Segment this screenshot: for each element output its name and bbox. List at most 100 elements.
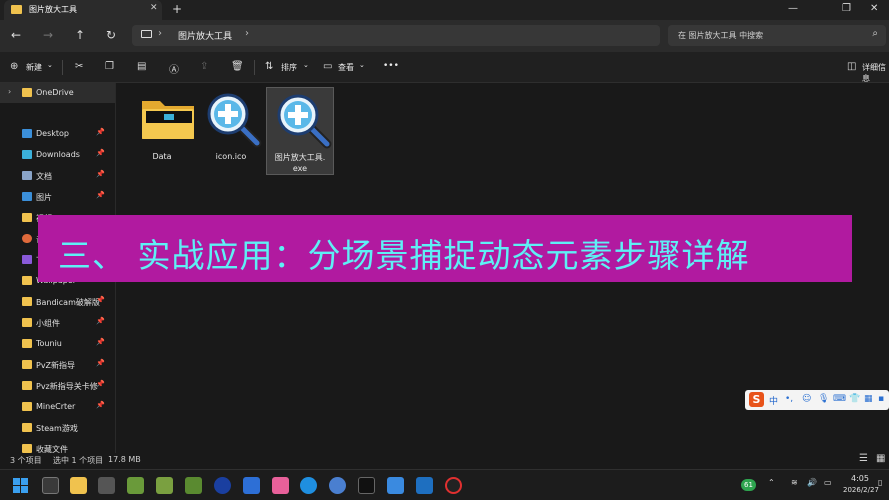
bird-app-icon[interactable]	[387, 477, 404, 494]
chevron-up-icon[interactable]: ⌃	[768, 478, 775, 487]
chevron-down-icon[interactable]: ⌄	[359, 61, 365, 69]
details-pane-icon[interactable]: ◫	[847, 61, 856, 72]
notification-badge[interactable]: 61	[741, 479, 756, 491]
sidebar-item-favorites[interactable]: 收藏文件	[0, 439, 115, 453]
outlook-icon[interactable]	[416, 477, 433, 494]
folder-icon	[22, 318, 32, 327]
sidebar-item-pictures[interactable]: 图片 📌	[0, 187, 115, 207]
sort-icon[interactable]: ⇅	[265, 61, 273, 72]
view-icon[interactable]: ▭	[323, 61, 332, 72]
rename-icon[interactable]: Ⓐ	[169, 61, 179, 76]
game-icon-3[interactable]	[185, 477, 202, 494]
file-explorer-icon[interactable]	[70, 477, 87, 494]
sidebar-item-bandicam[interactable]: Bandicam破解版 📌	[0, 292, 115, 312]
app-pink-icon[interactable]	[272, 477, 289, 494]
clock-date[interactable]: 2026/2/27	[843, 486, 879, 494]
app-p-icon[interactable]	[214, 477, 231, 494]
path-separator-end[interactable]: ›	[245, 28, 249, 39]
sidebar-item-downloads[interactable]: Downloads 📌	[0, 145, 115, 165]
window-tab[interactable]: 图片放大工具 ✕	[4, 0, 162, 20]
share-icon[interactable]: ⇪	[200, 61, 208, 72]
chrome-icon[interactable]	[329, 477, 346, 494]
grid-icon[interactable]: ▪	[878, 394, 884, 404]
microphone-icon[interactable]: 🎙	[818, 394, 829, 404]
task-view-icon[interactable]	[42, 477, 59, 494]
path-box[interactable]: › 图片放大工具 ›	[132, 25, 660, 46]
sidebar-item-desktop[interactable]: Desktop 📌	[0, 124, 115, 144]
game-icon-2[interactable]	[156, 477, 173, 494]
minimize-button[interactable]: —	[788, 3, 798, 14]
chevron-right-icon[interactable]: ›	[8, 87, 11, 96]
pin-icon: 📌	[96, 128, 105, 136]
maximize-button[interactable]: ❐	[842, 3, 851, 14]
search-input[interactable]: 在 图片放大工具 中搜索 ⌕	[668, 25, 886, 46]
plus-icon[interactable]: ⊕	[10, 61, 18, 72]
battery-icon[interactable]: ▭	[824, 478, 832, 487]
file-item-exe[interactable]: 图片放大工具.exe	[266, 87, 334, 175]
wifi-icon[interactable]: ≋	[791, 478, 798, 487]
emoji-icon[interactable]: ☺	[802, 394, 811, 404]
file-name: icon.ico	[215, 152, 247, 161]
new-tab-button[interactable]: +	[172, 2, 182, 16]
sidebar-item-onedrive[interactable]: › OneDrive	[0, 83, 115, 103]
tiles-view-icon[interactable]: ▦	[876, 453, 885, 464]
paste-icon[interactable]: ▤	[137, 61, 146, 72]
sidebar-item-steam[interactable]: Steam游戏	[0, 418, 115, 438]
close-window-button[interactable]: ✕	[870, 3, 878, 14]
path-separator[interactable]: ›	[158, 28, 162, 39]
toolbox-icon[interactable]: ▦	[864, 394, 873, 404]
file-name: 图片放大工具.exe	[274, 153, 326, 173]
up-button[interactable]: ↑	[75, 28, 85, 42]
sidebar-item-touniu[interactable]: Touniu 📌	[0, 334, 115, 354]
copy-icon[interactable]: ❐	[105, 61, 114, 72]
pin-icon: 📌	[96, 149, 105, 157]
magnifier-icon	[207, 93, 262, 148]
folder-icon	[22, 88, 32, 97]
pin-icon: 📌	[96, 338, 105, 346]
sidebar-item-widgets[interactable]: 小组件 📌	[0, 313, 115, 333]
music-icon	[22, 234, 32, 243]
ime-mode[interactable]: 中	[769, 394, 778, 407]
clock-time[interactable]: 4:05	[851, 474, 869, 483]
details-view-icon[interactable]: ☰	[859, 453, 868, 464]
sidebar-item-minecrter[interactable]: MineCrter 📌	[0, 397, 115, 417]
search-placeholder: 在 图片放大工具 中搜索	[678, 31, 764, 40]
store-icon[interactable]	[98, 477, 115, 494]
details-button[interactable]: 详细信息	[862, 62, 889, 84]
sidebar-item-label: 收藏文件	[36, 445, 68, 453]
sidebar-item-pvz-levels[interactable]: Pvz新指导关卡修 📌	[0, 376, 115, 396]
punctuation-icon[interactable]: •,	[785, 394, 793, 404]
delete-icon[interactable]: 🗑	[231, 61, 244, 72]
back-button[interactable]: ←	[11, 28, 21, 42]
sidebar-item-label: 图片	[36, 193, 52, 202]
folder-icon	[142, 101, 194, 139]
ime-logo[interactable]: S	[749, 392, 764, 407]
skin-icon[interactable]: 👕	[849, 394, 860, 404]
sidebar-item-label: Pvz新指导关卡修	[36, 382, 98, 391]
game-icon[interactable]	[127, 477, 144, 494]
notification-icon[interactable]: ▯	[878, 478, 882, 487]
new-button[interactable]: 新建	[26, 62, 42, 73]
chevron-down-icon[interactable]: ⌄	[303, 61, 309, 69]
sort-button[interactable]: 排序	[281, 62, 297, 73]
breadcrumb-current[interactable]: 图片放大工具	[178, 29, 232, 42]
windows-start-icon[interactable]	[13, 478, 28, 493]
tab-close-button[interactable]: ✕	[150, 3, 158, 13]
cut-icon[interactable]: ✂	[75, 61, 83, 72]
photos-icon[interactable]	[243, 477, 260, 494]
view-button[interactable]: 查看	[338, 62, 354, 73]
sidebar-item-pvz[interactable]: PvZ新指导 📌	[0, 355, 115, 375]
keyboard-icon[interactable]: ⌨	[833, 394, 846, 404]
refresh-button[interactable]: ↻	[106, 28, 116, 42]
file-item-data[interactable]: Data	[128, 87, 196, 175]
sidebar-item-documents[interactable]: 文档 📌	[0, 166, 115, 186]
volume-icon[interactable]: 🔊	[807, 478, 817, 487]
edge-icon[interactable]	[300, 477, 317, 494]
forward-button[interactable]: →	[43, 28, 53, 42]
ime-toolbar[interactable]: S 中 •, ☺ 🎙 ⌨ 👕 ▦ ▪	[745, 390, 889, 410]
terminal-icon[interactable]	[358, 477, 375, 494]
more-options-button[interactable]: •••	[383, 61, 399, 71]
chevron-down-icon[interactable]: ⌄	[47, 61, 53, 69]
file-item-icon[interactable]: icon.ico	[197, 87, 265, 175]
record-icon[interactable]	[445, 477, 462, 494]
